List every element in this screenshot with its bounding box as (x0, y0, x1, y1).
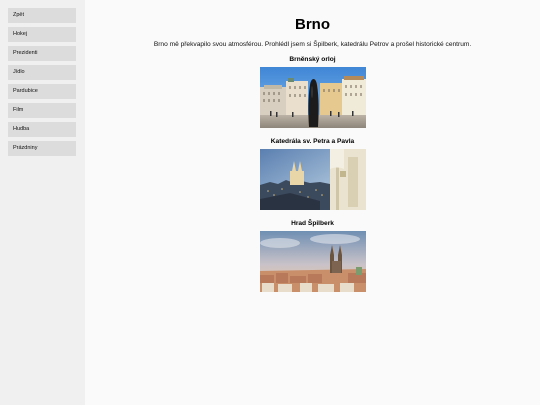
section-katedrala: Katedrála sv. Petra a Pavla (259, 137, 366, 210)
page-title: Brno (295, 16, 330, 33)
section-title-spilberk: Hrad Špilberk (291, 220, 334, 227)
sidebar: Zpět Hokej Prezidenti Jídlo Pardubice Fi… (0, 0, 85, 405)
section-spilberk: Hrad Špilberk (259, 219, 366, 292)
sidebar-item-zpet[interactable]: Zpět (8, 8, 76, 23)
spilberk-photo (259, 231, 366, 292)
sidebar-item-hokej[interactable]: Hokej (8, 27, 76, 42)
katedrala-photo (259, 149, 366, 210)
page-layout: Zpět Hokej Prezidenti Jídlo Pardubice Fi… (0, 0, 540, 405)
orloj-photo (259, 67, 366, 128)
intro-text: Brno mě překvapilo svou atmosférou. Proh… (153, 41, 472, 48)
sidebar-item-film[interactable]: Film (8, 103, 76, 118)
section-title-katedrala: Katedrála sv. Petra a Pavla (270, 138, 355, 145)
sidebar-item-prazdniny[interactable]: Prázdniny (8, 141, 76, 156)
sidebar-item-hudba[interactable]: Hudba (8, 122, 76, 137)
sidebar-item-pardubice[interactable]: Pardubice (8, 84, 76, 99)
sidebar-item-prezidenti[interactable]: Prezidenti (8, 46, 76, 61)
section-orloj: Brněnský orloj (259, 55, 366, 128)
sidebar-item-jidlo[interactable]: Jídlo (8, 65, 76, 80)
section-title-orloj: Brněnský orloj (289, 56, 336, 63)
main-content: Brno Brno mě překvapilo svou atmosférou.… (85, 0, 540, 405)
